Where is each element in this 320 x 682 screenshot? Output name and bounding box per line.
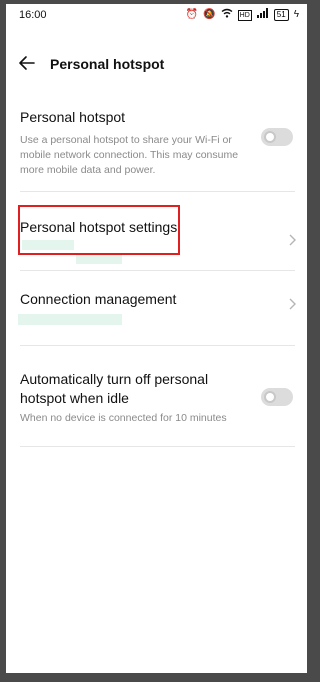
status-icons: ⏰ 🔕 HD 51 ϟ (186, 8, 299, 22)
wifi-icon (221, 8, 233, 22)
connection-management-title: Connection management (20, 291, 177, 307)
redacted-text (76, 254, 122, 264)
personal-hotspot-row[interactable]: Personal hotspot Use a personal hotspot … (20, 108, 295, 178)
charging-icon: ϟ (293, 9, 299, 20)
status-bar: 16:00 ⏰ 🔕 HD 51 ϟ (6, 4, 307, 26)
auto-turn-off-title: Automatically turn off personal hotspot … (20, 371, 209, 406)
back-arrow-icon[interactable] (18, 54, 36, 72)
divider (20, 446, 295, 447)
divider (20, 345, 295, 346)
auto-turn-off-desc: When no device is connected for 10 minut… (20, 412, 227, 424)
mute-icon: 🔕 (203, 9, 216, 20)
connection-management-row[interactable]: Connection management (20, 290, 295, 309)
page-title: Personal hotspot (50, 56, 165, 72)
personal-hotspot-desc: Use a personal hotspot to share your Wi-… (20, 134, 239, 176)
divider (20, 270, 295, 271)
auto-turn-off-row[interactable]: Automatically turn off personal hotspot … (20, 370, 295, 426)
divider (20, 191, 295, 192)
toggle-knob (264, 391, 276, 403)
hd-icon: HD (237, 9, 252, 21)
redacted-text (18, 314, 122, 325)
personal-hotspot-title: Personal hotspot (20, 109, 126, 125)
personal-hotspot-toggle[interactable] (261, 128, 293, 146)
battery-indicator: 51 (273, 9, 289, 21)
highlight-box (18, 205, 180, 255)
app-header: Personal hotspot (6, 48, 307, 78)
signal-icon (256, 8, 269, 22)
alarm-icon: ⏰ (185, 9, 199, 20)
toggle-knob (264, 131, 276, 143)
chevron-right-icon (289, 234, 296, 246)
phone-screen: 16:00 ⏰ 🔕 HD 51 ϟ Personal hotspot Perso… (6, 4, 307, 673)
chevron-right-icon (289, 298, 296, 310)
auto-turn-off-toggle[interactable] (261, 388, 293, 406)
status-time: 16:00 (19, 9, 47, 21)
